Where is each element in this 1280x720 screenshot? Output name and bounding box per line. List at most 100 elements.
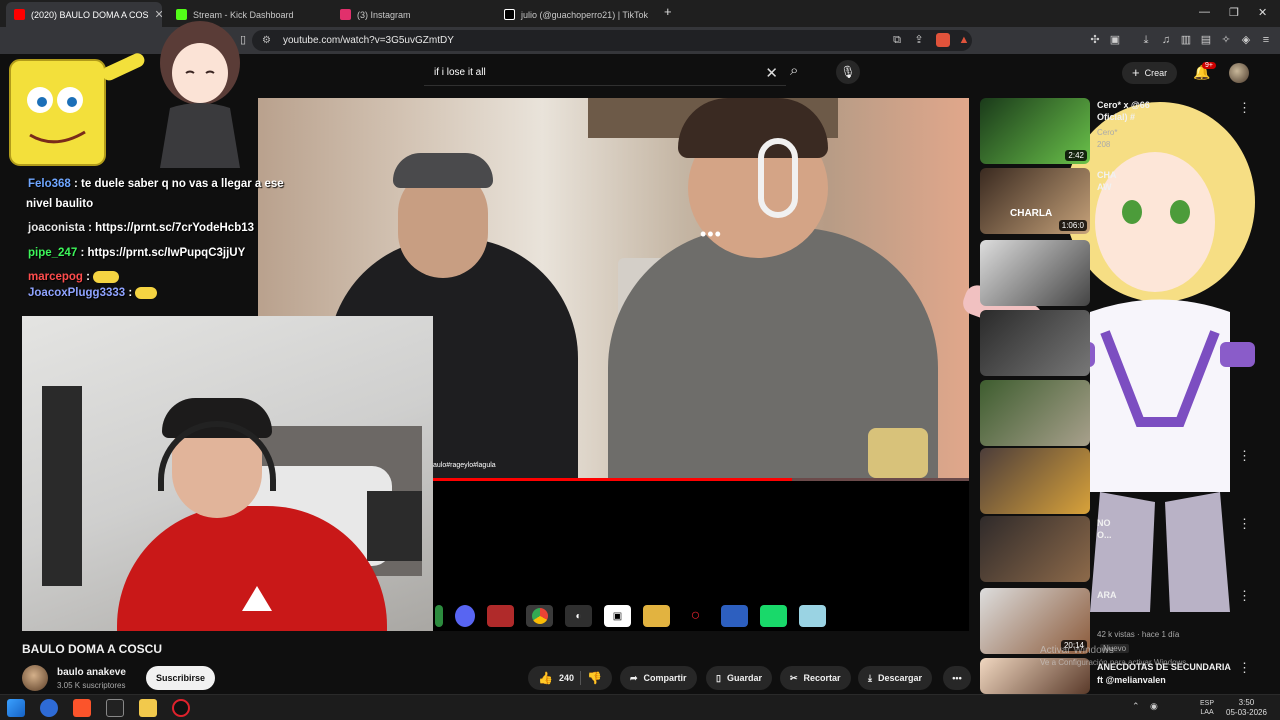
- extensions-icon[interactable]: ✣: [1088, 33, 1102, 47]
- more-icon[interactable]: ⋮: [1238, 448, 1251, 464]
- system-clock[interactable]: 3:50 05-03-2026: [1226, 698, 1267, 718]
- bookmark-icon: ▯: [716, 672, 721, 683]
- rec-title[interactable]: Cero* x @66: [1097, 100, 1150, 110]
- mirror-frame: [42, 386, 82, 586]
- discord-icon: [455, 605, 475, 627]
- rec-channel: Cero*: [1097, 128, 1118, 137]
- folder-icon[interactable]: [139, 699, 157, 717]
- more-icon[interactable]: ⋮: [1238, 516, 1251, 532]
- search-input[interactable]: if i lose it all ✕: [424, 60, 786, 86]
- mic-icon[interactable]: 🎙: [836, 60, 860, 84]
- epic-games-icon[interactable]: [106, 699, 124, 717]
- download-icon: ⤓: [868, 672, 872, 683]
- rec-thumbnail[interactable]: [980, 380, 1090, 446]
- opera-icon[interactable]: [172, 699, 190, 717]
- more-icon[interactable]: ⋮: [1238, 588, 1251, 604]
- search-icon[interactable]: ⌕: [790, 62, 798, 79]
- url-input[interactable]: ⚙ youtube.com/watch?v=3G5uvGZmtDY: [252, 30, 972, 51]
- lang-primary: ESP: [1200, 700, 1215, 707]
- tab-tiktok[interactable]: julio (@guachoperro21) | TikTok: [496, 2, 662, 27]
- app-icon: [721, 605, 748, 627]
- download-icon[interactable]: ⤓: [1139, 33, 1153, 47]
- chat-user: Felo368: [28, 178, 71, 190]
- minimize-icon[interactable]: —: [1199, 6, 1210, 18]
- brave-icon[interactable]: [73, 699, 91, 717]
- app-icon[interactable]: [40, 699, 58, 717]
- tab-label: (2020) BAULO DOMA A COS: [31, 9, 149, 20]
- rec-views: 42 k vistas · hace 1 día: [1097, 630, 1180, 639]
- create-button[interactable]: + Crear: [1122, 62, 1178, 84]
- language-indicator[interactable]: ESP LAA: [1200, 699, 1214, 717]
- save-label: Guardar: [726, 673, 762, 683]
- save-button[interactable]: ▯ Guardar: [706, 666, 772, 690]
- rec-title-line2: AW: [1097, 182, 1112, 192]
- spotify-icon: [435, 605, 443, 627]
- more-actions-button[interactable]: •••: [943, 666, 971, 690]
- rec-thumbnail[interactable]: 2:42: [980, 98, 1090, 164]
- vpn-icon[interactable]: ◈: [1239, 33, 1253, 47]
- more-icon[interactable]: ⋮: [1238, 660, 1251, 676]
- rec-title[interactable]: CHA: [1097, 170, 1117, 180]
- avatar[interactable]: [1229, 63, 1249, 83]
- chat-user: joaconista: [28, 222, 85, 234]
- channel-name[interactable]: baulo anakeve: [57, 667, 126, 678]
- clear-search-icon[interactable]: ✕: [765, 64, 778, 82]
- youtube-icon: [14, 9, 25, 20]
- media-icon[interactable]: ♫: [1159, 33, 1173, 47]
- download-button[interactable]: ⤓ Descargar: [858, 666, 933, 690]
- emote-icon: [93, 271, 120, 283]
- notification-badge: 9+: [1202, 62, 1216, 69]
- new-tab-button[interactable]: +: [664, 4, 672, 19]
- thumbs-down-icon[interactable]: 👎: [587, 671, 602, 685]
- share-page-icon[interactable]: ⇪: [912, 33, 926, 47]
- emote-icon: [135, 287, 158, 299]
- create-label: Crear: [1144, 68, 1168, 78]
- scissors-icon: ✂: [790, 672, 798, 683]
- tab-youtube[interactable]: (2020) BAULO DOMA A COS ✕: [6, 2, 162, 27]
- chat-message: Felo368 : te duele saber q no vas a lleg…: [28, 178, 284, 190]
- more-icon[interactable]: •••: [700, 224, 722, 245]
- like-button[interactable]: 👍 240 👎: [528, 666, 612, 690]
- opera-icon: ○: [690, 607, 701, 624]
- share-button[interactable]: ➦ Compartir: [620, 666, 697, 690]
- rec-title[interactable]: ARA: [1097, 590, 1117, 600]
- chat-message: pipe_247 : https://prnt.sc/IwPupqC3jjUY: [28, 247, 245, 259]
- tray-chevron-icon[interactable]: ⌃: [1132, 701, 1140, 712]
- tab-instagram[interactable]: (3) Instagram: [332, 2, 492, 27]
- leo-icon[interactable]: ✧: [1219, 33, 1233, 47]
- duration-badge: 2:42: [1065, 150, 1087, 161]
- screenshot-icon[interactable]: ▣: [1108, 33, 1122, 47]
- maximize-icon[interactable]: ❐: [1229, 6, 1239, 19]
- wallet-icon[interactable]: ▤: [1199, 33, 1213, 47]
- rec-thumbnail[interactable]: [980, 310, 1090, 376]
- chat-message: marcepog :: [28, 271, 120, 283]
- tray-app-icon[interactable]: ◉: [1150, 701, 1158, 712]
- clip-button[interactable]: ✂ Recortar: [780, 666, 851, 690]
- webcam-feed: [22, 316, 433, 631]
- tab-label: (3) Instagram: [357, 9, 411, 20]
- avatar[interactable]: [22, 665, 48, 691]
- rec-thumbnail[interactable]: [980, 448, 1090, 514]
- rec-title-line2: Oficial) #: [1097, 112, 1136, 122]
- rec-thumbnail[interactable]: CHARLA 1:06:0: [980, 168, 1090, 234]
- activate-text: Ve a Configuración para activar Windows.: [1040, 658, 1189, 667]
- brave-shield-icon[interactable]: [936, 33, 950, 47]
- open-external-icon[interactable]: ⧉: [890, 33, 904, 47]
- capture-icon: ▣: [604, 605, 631, 627]
- person-cap: [393, 153, 493, 188]
- tiktok-icon: [504, 9, 515, 20]
- site-info-icon[interactable]: ⚙: [262, 35, 271, 46]
- more-icon[interactable]: ⋮: [1238, 100, 1251, 116]
- start-icon[interactable]: [7, 699, 25, 717]
- rec-thumbnail[interactable]: [980, 240, 1090, 306]
- thumb-text: CHARLA: [1010, 208, 1053, 219]
- menu-icon[interactable]: ≡: [1259, 33, 1273, 47]
- chat-user: JoacoxPlugg3333: [28, 287, 126, 300]
- rec-title[interactable]: NO: [1097, 518, 1111, 528]
- rec-thumbnail[interactable]: [980, 516, 1090, 582]
- subscribe-button[interactable]: Suscribirse: [146, 666, 216, 690]
- brave-rewards-icon[interactable]: ▲: [957, 33, 971, 47]
- recommendations-list: 2:42 Cero* x @66 Oficial) # Cero* 208 CH…: [980, 98, 1280, 698]
- sidebar-icon[interactable]: ▥: [1179, 33, 1193, 47]
- close-window-icon[interactable]: ✕: [1258, 6, 1267, 19]
